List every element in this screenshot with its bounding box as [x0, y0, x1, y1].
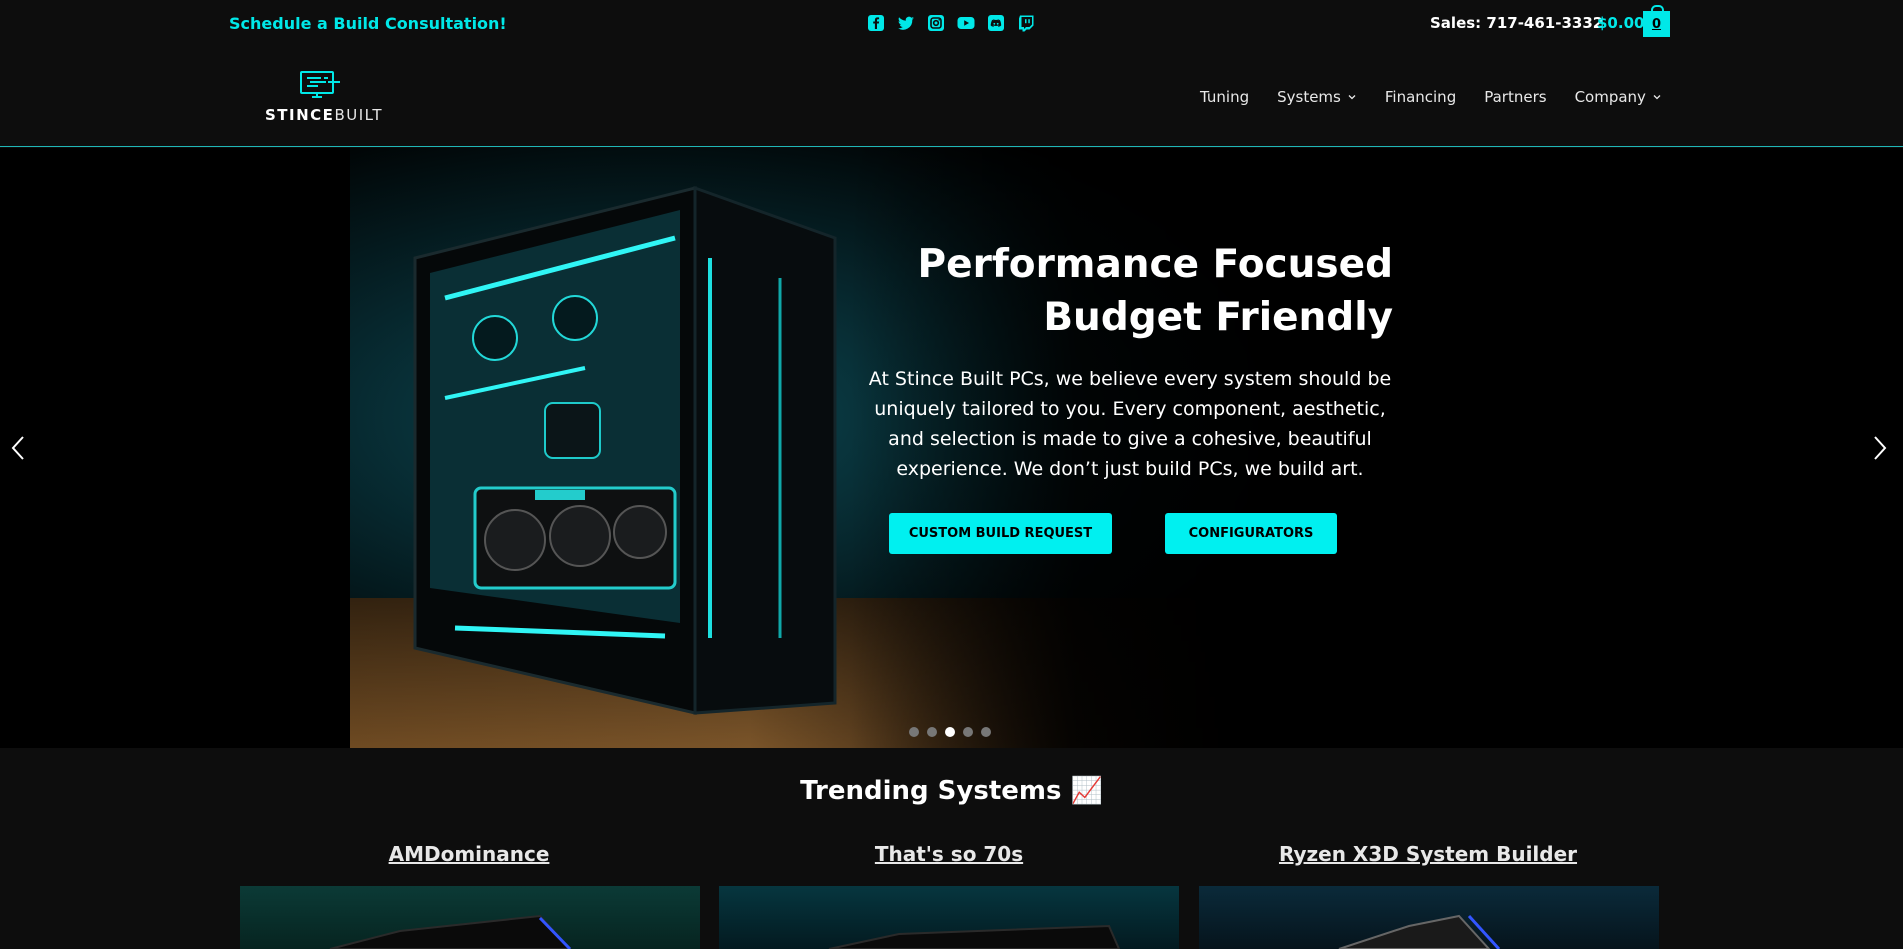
pc-case-illustration [413, 185, 837, 715]
discord-icon[interactable] [986, 13, 1006, 33]
twitter-icon[interactable] [896, 13, 916, 33]
slide-dot-3[interactable] [945, 727, 955, 737]
schedule-consultation-link[interactable]: Schedule a Build Consultation! [229, 14, 507, 33]
product-card-image[interactable] [1199, 886, 1659, 949]
chevron-down-icon [1653, 95, 1661, 100]
cart-count-badge[interactable]: 0 [1643, 5, 1670, 37]
monitor-logo-icon [300, 71, 340, 98]
slide-dot-4[interactable] [963, 727, 973, 737]
slide-dot-5[interactable] [981, 727, 991, 737]
main-nav: Tuning Systems Financing Partners Compan… [1200, 88, 1690, 106]
product-card-title[interactable]: Ryzen X3D System Builder [1199, 842, 1657, 866]
trending-title: Trending Systems 📈 [800, 776, 1103, 806]
nav-item-systems[interactable]: Systems [1277, 88, 1357, 106]
sales-phone: Sales: 717-461-3332 [1430, 14, 1604, 32]
next-slide-arrow-icon[interactable] [1870, 433, 1890, 463]
site-logo[interactable]: STINCEBUILT [262, 70, 382, 126]
nav-item-partners[interactable]: Partners [1484, 88, 1546, 106]
prev-slide-arrow-icon[interactable] [8, 433, 28, 463]
product-card-image[interactable] [240, 886, 700, 949]
nav-item-financing[interactable]: Financing [1385, 88, 1456, 106]
product-card-title[interactable]: AMDominance [240, 842, 698, 866]
twitch-icon[interactable] [1016, 13, 1036, 33]
slider-pagination [909, 727, 991, 737]
nav-item-tuning[interactable]: Tuning [1200, 88, 1249, 106]
site-header: STINCEBUILT Tuning Systems Financing Par… [0, 48, 1903, 147]
top-bar: Schedule a Build Consultation! Sales: 71… [0, 0, 1903, 48]
slide-dot-2[interactable] [927, 727, 937, 737]
product-card-image[interactable] [719, 886, 1179, 949]
hero-title: Performance Focused Budget Friendly [917, 242, 1393, 340]
nav-item-company[interactable]: Company [1575, 88, 1662, 106]
hero-slider: Performance Focused Budget Friendly At S… [0, 148, 1903, 748]
custom-build-request-button[interactable]: CUSTOM BUILD REQUEST [889, 513, 1112, 554]
product-card-title[interactable]: That's so 70s [720, 842, 1178, 866]
youtube-icon[interactable] [956, 13, 976, 33]
logo-wordmark: STINCEBUILT [265, 106, 384, 124]
trending-section: Trending Systems 📈 AMDominance That's so… [0, 748, 1903, 949]
social-links [866, 13, 1036, 33]
instagram-icon[interactable] [926, 13, 946, 33]
facebook-icon[interactable] [866, 13, 886, 33]
cart-total[interactable]: $0.00 [1597, 14, 1644, 32]
configurators-button[interactable]: CONFIGURATORS [1165, 513, 1337, 554]
chevron-down-icon [1348, 95, 1356, 100]
slide-dot-1[interactable] [909, 727, 919, 737]
hero-description: At Stince Built PCs, we believe every sy… [868, 368, 1392, 480]
